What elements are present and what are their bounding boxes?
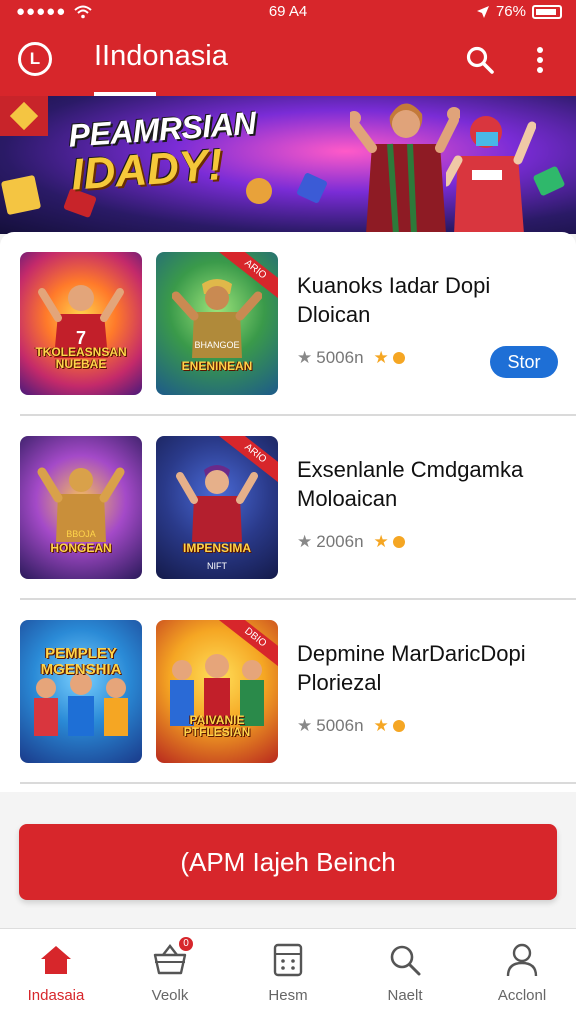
star-icon: ★ — [297, 348, 313, 367]
thumbnail-caption: PAIVANIE PTFLESIAN — [183, 712, 251, 740]
game-thumbnail[interactable]: DBIO PAIVANIE PTFLESIAN — [156, 620, 278, 763]
thumbnail-subcaption: NIFT — [207, 561, 227, 571]
coin-icon — [392, 720, 405, 732]
thumbnail-caption: TKOLEASNSAN NUEBAE — [35, 344, 127, 372]
player-illustration — [446, 116, 536, 234]
character-illustration — [176, 465, 258, 542]
logo-letter: L — [29, 49, 41, 68]
nav-label: Naelt — [387, 987, 423, 1004]
thumbnail-subcaption: BHANGOE — [194, 340, 240, 350]
search-button[interactable] — [462, 42, 498, 78]
thumbnail-caption: IMPENSIMA — [182, 541, 251, 556]
coin-icon — [392, 536, 405, 548]
location-arrow-icon — [476, 5, 489, 18]
game-title[interactable]: Exsenlanle Cmdgamka Moloaican — [297, 456, 562, 513]
nav-label: Veolk — [151, 987, 189, 1004]
row-divider — [20, 782, 576, 784]
home-icon — [41, 946, 71, 974]
nav-label: Acclonl — [497, 987, 547, 1004]
nav-item-home[interactable]: Indasaia — [6, 941, 106, 1013]
thumbnail-caption: ENENINEAN — [181, 359, 253, 374]
game-rating: ★ 5006n ★ — [297, 348, 405, 368]
notification-badge: 0 — [177, 935, 195, 953]
game-thumbnail[interactable]: 7 TKOLEASNSAN NUEBAE — [20, 252, 142, 395]
search-icon — [466, 46, 494, 74]
app-bar: L IIndonasia — [0, 24, 576, 96]
bottom-nav: Indasaia 0 Veolk Hesm Naelt Acclonl — [0, 928, 576, 1024]
logo-button[interactable]: L — [18, 42, 52, 76]
page-title: IIndonasia — [94, 40, 228, 72]
person-icon — [506, 943, 538, 977]
store-button[interactable]: Stor — [490, 346, 558, 378]
cube-decoration — [532, 165, 566, 197]
player-illustration — [350, 103, 460, 234]
coin-icon — [392, 352, 405, 364]
basket-icon-wrap: 0 — [151, 935, 195, 979]
game-thumbnail[interactable]: ARIO IMPENSIMA NIFT — [156, 436, 278, 579]
star-icon: ★ — [297, 532, 313, 551]
game-thumbnail[interactable]: PEMPLEY MGENSHIA — [20, 620, 142, 763]
game-list: 7 TKOLEASNSAN NUEBAE ARIO ENENINEAN BHAN… — [0, 232, 576, 792]
star-icon: ★ — [373, 716, 389, 735]
battery-icon — [532, 4, 562, 19]
nav-item-basket[interactable]: 0 Veolk — [120, 935, 220, 1013]
game-thumbnail[interactable]: BBOJA HONGEAN — [20, 436, 142, 579]
game-title[interactable]: Kuanoks Iadar Dopi Dloican — [297, 272, 562, 329]
nav-label: Indasaia — [27, 987, 85, 1004]
more-options-button[interactable] — [522, 42, 558, 78]
game-row[interactable]: PEMPLEY MGENSHIA DBIO PAIVANIE PTFLESIAN… — [0, 600, 576, 784]
nav-item-search[interactable]: Naelt — [355, 941, 455, 1013]
cube-decoration — [0, 174, 42, 216]
calculator-icon — [273, 943, 303, 977]
rating-value: 2006n — [316, 532, 364, 551]
nav-label: Hesm — [268, 987, 308, 1004]
thumbnail-caption: HONGEAN — [50, 541, 112, 556]
star-icon: ★ — [373, 532, 389, 551]
banner-headline: PEAMRSIAN IDADY! — [67, 102, 292, 200]
more-vertical-icon — [537, 47, 543, 73]
rating-value: 5006n — [316, 348, 364, 367]
game-title[interactable]: Depmine MarDaricDopi Ploriezal — [297, 640, 562, 697]
rating-value: 5006n — [316, 716, 364, 735]
primary-cta-button[interactable]: (APM Iajeh Beinch — [19, 824, 557, 900]
battery-percent: 76% — [495, 3, 526, 20]
nav-item-calculator[interactable]: Hesm — [238, 941, 338, 1013]
search-icon — [390, 945, 421, 976]
game-row[interactable]: BBOJA HONGEAN ARIO IMPENSIMA NIFT Exsenl… — [0, 416, 576, 600]
star-icon: ★ — [297, 716, 313, 735]
status-right: 76% — [476, 3, 562, 20]
nav-item-account[interactable]: Acclonl — [472, 941, 572, 1013]
cta-section: (APM Iajeh Beinch — [0, 792, 576, 928]
game-row[interactable]: 7 TKOLEASNSAN NUEBAE ARIO ENENINEAN BHAN… — [0, 232, 576, 416]
thumbnail-subcaption: BBOJA — [66, 529, 96, 539]
game-thumbnail[interactable]: ARIO ENENINEAN BHANGOE — [156, 252, 278, 395]
star-icon: ★ — [373, 348, 389, 367]
game-rating: ★ 5006n ★ — [297, 716, 405, 736]
flag-decoration — [0, 96, 48, 136]
status-bar: ●●●●● 69 A4 76% — [0, 0, 576, 24]
game-rating: ★ 2006n ★ — [297, 532, 405, 552]
cube-decoration — [296, 172, 328, 204]
promo-banner[interactable]: PEAMRSIAN IDADY! — [0, 96, 576, 234]
thumbnail-caption: PEMPLEY MGENSHIA — [40, 645, 122, 678]
